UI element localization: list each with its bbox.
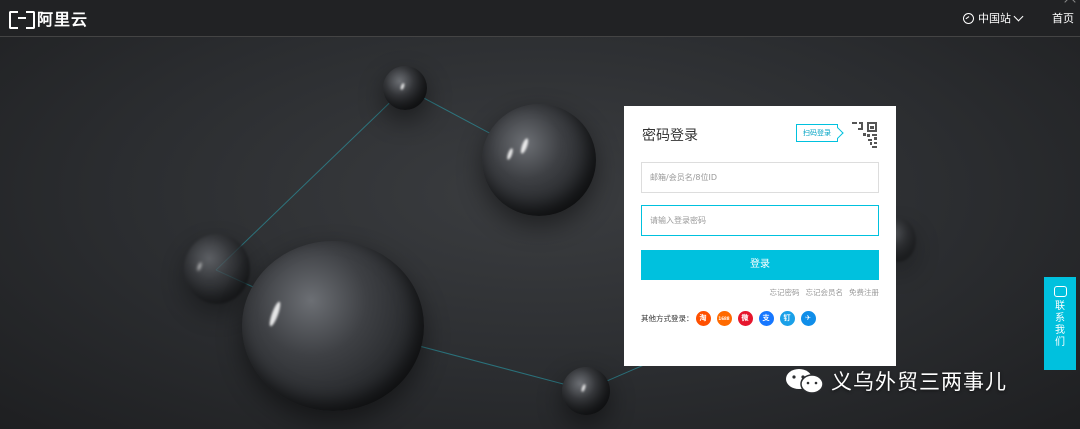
decorative-sphere xyxy=(184,234,250,304)
wechat-watermark: 义乌外贸三两事儿 xyxy=(783,366,1007,396)
contact-us-tab[interactable]: 联系我们 xyxy=(1044,277,1076,370)
chevron-up-icon[interactable] xyxy=(1064,0,1076,8)
logo-text: 阿里云 xyxy=(37,10,89,29)
home-link[interactable]: 首页 xyxy=(1052,10,1074,26)
aliyun-logo[interactable]: 阿里云 xyxy=(9,6,88,30)
weibo-login-icon[interactable]: 微 xyxy=(737,311,753,326)
qr-login-tag[interactable]: 扫码登录 xyxy=(796,124,838,142)
register-link[interactable]: 免费注册 xyxy=(849,287,879,298)
decorative-sphere xyxy=(383,66,427,110)
chat-icon xyxy=(1053,286,1067,297)
help-links: 忘记密码 忘记会员名 免费注册 xyxy=(770,287,880,298)
decorative-sphere xyxy=(242,241,424,411)
other-login-label: 其他方式登录： xyxy=(641,314,694,323)
login-card: 密码登录 扫码登录 登录 忘记密码 忘记会员名 免费注册 其他方式登录： 淘 1… xyxy=(624,106,896,366)
taobao-login-icon[interactable]: 淘 xyxy=(695,311,711,326)
forgot-password-link[interactable]: 忘记密码 xyxy=(770,287,800,298)
more-login-icon[interactable]: ✈ xyxy=(800,311,816,326)
contact-us-label: 联系我们 xyxy=(1055,301,1065,348)
forgot-username-link[interactable]: 忘记会员名 xyxy=(806,287,844,298)
chevron-down-icon xyxy=(1013,11,1024,21)
aliyun-logo-icon xyxy=(9,11,35,29)
decorative-sphere xyxy=(482,104,596,216)
1688-login-icon[interactable]: 1688 xyxy=(716,311,732,326)
username-input[interactable] xyxy=(641,162,879,193)
other-login-methods: 其他方式登录： 淘 1688 微 支 钉 ✈ xyxy=(641,311,822,326)
dingtalk-login-icon[interactable]: 钉 xyxy=(779,311,795,326)
wechat-icon xyxy=(786,369,824,394)
login-title: 密码登录 xyxy=(642,128,698,144)
login-button[interactable]: 登录 xyxy=(641,250,879,280)
site-switch-dropdown[interactable]: 中国站 xyxy=(963,10,1024,26)
site-switch-label: 中国站 xyxy=(978,12,1011,25)
decorative-sphere xyxy=(562,367,610,415)
password-input[interactable] xyxy=(641,205,879,236)
qr-code-icon[interactable] xyxy=(850,120,880,150)
globe-icon xyxy=(963,12,974,24)
top-bar: 阿里云 中国站 首页 xyxy=(0,0,1080,37)
watermark-text: 义乌外贸三两事儿 xyxy=(831,370,1007,394)
alipay-login-icon[interactable]: 支 xyxy=(758,311,774,326)
